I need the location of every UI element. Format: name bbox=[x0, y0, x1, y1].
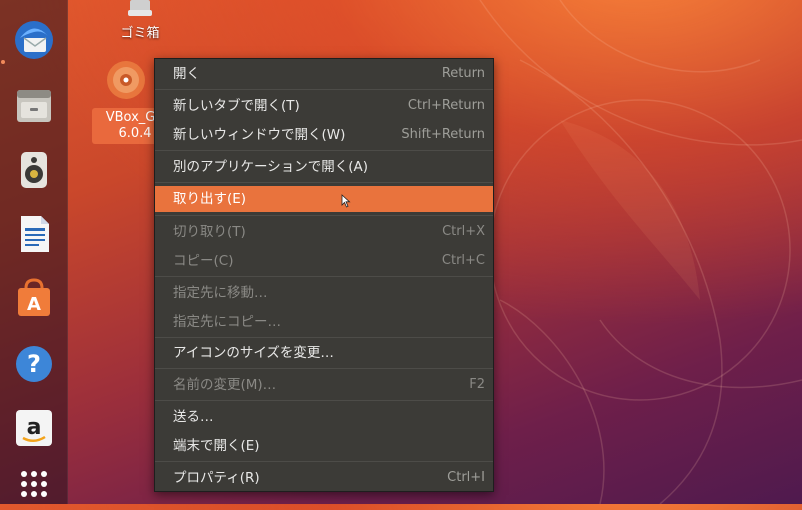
menu-item-cut: 切り取り(T) Ctrl+X bbox=[173, 224, 485, 240]
menu-item-open-in-terminal[interactable]: 端末で開く(E) bbox=[155, 434, 493, 458]
menu-item-copy: コピー(C) Ctrl+C bbox=[173, 253, 485, 269]
menu-separator bbox=[155, 182, 493, 183]
menu-separator bbox=[155, 89, 493, 90]
svg-text:A: A bbox=[27, 294, 41, 315]
menu-separator bbox=[155, 276, 493, 277]
optical-disc-icon bbox=[107, 61, 145, 99]
menu-item-send-to[interactable]: 送る… bbox=[155, 405, 493, 429]
context-menu: 開く Return 新しいタブで開く(T) Ctrl+Return 新しいウィンドウ… bbox=[154, 58, 494, 492]
menu-separator bbox=[155, 461, 493, 462]
menu-item-eject[interactable]: 取り出す(E) bbox=[155, 186, 493, 212]
menu-item-rename: 名前の変更(M)… F2 bbox=[173, 377, 485, 393]
menu-item-open-new-tab[interactable]: 新しいタブで開く(T) Ctrl+Return bbox=[155, 94, 493, 118]
rhythmbox-icon[interactable] bbox=[10, 146, 58, 194]
menu-item-open-with[interactable]: 別のアプリケーションで開く(A) bbox=[155, 155, 493, 179]
menu-item-copy-to: 指定先にコピー… bbox=[173, 314, 281, 330]
amazon-icon[interactable]: a bbox=[10, 404, 58, 452]
dock: A ? a bbox=[0, 0, 68, 504]
software-center-icon[interactable]: A bbox=[10, 274, 58, 322]
libreoffice-writer-icon[interactable] bbox=[10, 210, 58, 258]
menu-separator bbox=[155, 150, 493, 151]
menu-item-move-to: 指定先に移動… bbox=[173, 285, 268, 301]
menu-separator bbox=[155, 215, 493, 216]
menu-separator bbox=[155, 337, 493, 338]
svg-text:?: ? bbox=[27, 350, 41, 378]
trash-label: ゴミ箱 bbox=[120, 26, 160, 41]
svg-text:a: a bbox=[27, 415, 42, 440]
mouse-cursor-icon bbox=[341, 194, 351, 208]
active-indicator bbox=[1, 60, 5, 64]
files-icon[interactable] bbox=[10, 82, 58, 130]
thunderbird-icon[interactable] bbox=[10, 16, 58, 64]
menu-item-open[interactable]: 開く Return bbox=[155, 62, 493, 86]
menu-item-open-new-window[interactable]: 新しいウィンドウで開く(W) Shift+Return bbox=[155, 123, 493, 147]
menu-separator bbox=[155, 400, 493, 401]
trash-icon bbox=[128, 0, 152, 16]
menu-item-properties[interactable]: プロパティ(R) Ctrl+I bbox=[155, 466, 493, 490]
show-applications-icon[interactable] bbox=[10, 462, 58, 510]
menu-item-resize-icon[interactable]: アイコンのサイズを変更… bbox=[155, 341, 493, 365]
menu-separator bbox=[155, 368, 493, 369]
help-icon[interactable]: ? bbox=[10, 340, 58, 388]
trash-desktop-icon[interactable]: ゴミ箱 bbox=[110, 0, 170, 41]
